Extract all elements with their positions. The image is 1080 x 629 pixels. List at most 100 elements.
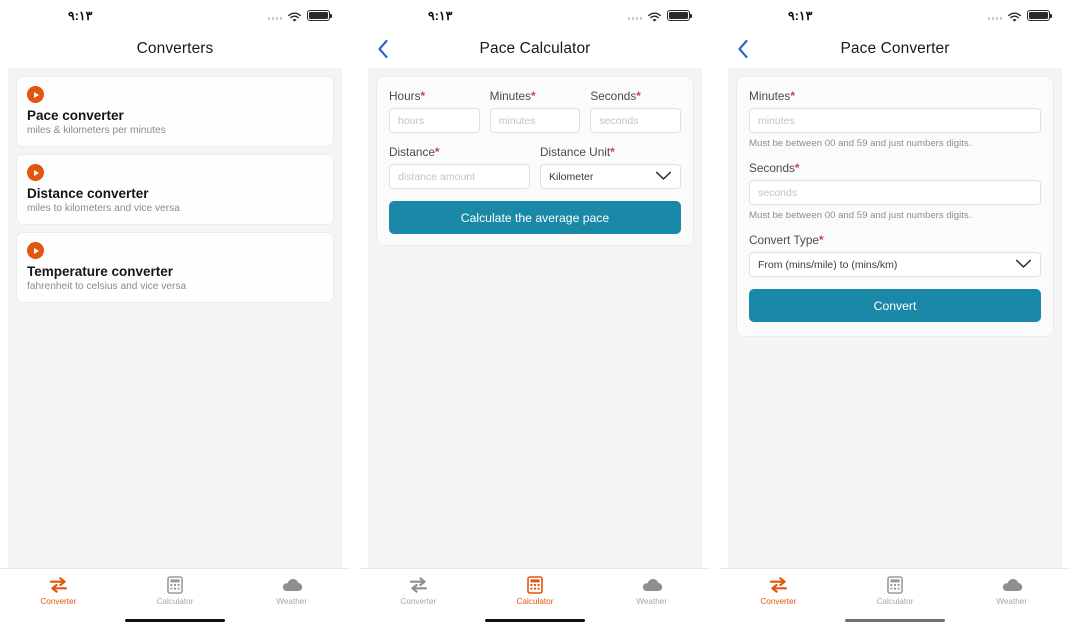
seconds-field-group: Seconds* Must be between 00 and 59 and j… bbox=[749, 161, 1041, 233]
play-circle-icon bbox=[27, 164, 44, 181]
minutes-input[interactable] bbox=[489, 108, 581, 133]
status-bar-indicators bbox=[627, 9, 692, 22]
list-item-title: Distance converter bbox=[27, 186, 149, 201]
calculate-average-pace-button[interactable]: Calculate the average pace bbox=[389, 201, 681, 234]
play-circle-icon bbox=[27, 86, 44, 103]
status-bar: ٩:١٣ bbox=[0, 0, 350, 30]
back-button[interactable] bbox=[730, 36, 756, 62]
tab-calculator[interactable]: Calculator bbox=[837, 575, 954, 606]
status-bar: ٩:١٣ bbox=[360, 0, 710, 30]
convert-button[interactable]: Convert bbox=[749, 289, 1041, 322]
play-circle-icon bbox=[27, 242, 44, 259]
tab-label: Weather bbox=[996, 597, 1028, 606]
tab-label: Converter bbox=[760, 597, 797, 606]
minutes-label: Minutes* bbox=[489, 89, 536, 103]
page-title: Pace Converter bbox=[840, 40, 950, 57]
list-item-subtitle: fahrenheit to celsius and vice versa bbox=[27, 281, 187, 292]
tab-converter[interactable]: Converter bbox=[0, 575, 117, 606]
minutes-helper-text: Must be between 00 and 59 and just numbe… bbox=[749, 138, 972, 149]
distance-fields-row: Distance* Distance Unit* Kilometer bbox=[389, 145, 681, 189]
seconds-input[interactable] bbox=[590, 108, 682, 133]
wifi-icon bbox=[1007, 10, 1022, 22]
chevron-down-icon bbox=[1015, 256, 1032, 274]
home-indicator[interactable] bbox=[485, 618, 585, 623]
seconds-field-group: Seconds* bbox=[590, 89, 682, 133]
pace-calculator-content: Hours* Minutes* Seconds* Distance* bbox=[368, 68, 702, 568]
pace-converter-content: Minutes* Must be between 00 and 59 and j… bbox=[728, 68, 1062, 568]
navigation-bar: Pace Calculator bbox=[360, 30, 710, 68]
seconds-helper-text: Must be between 00 and 59 and just numbe… bbox=[749, 210, 972, 221]
list-item-title: Temperature converter bbox=[27, 264, 174, 279]
hours-input[interactable] bbox=[389, 108, 480, 133]
bottom-tab-bar: Converter Calculator Weather bbox=[720, 568, 1070, 612]
convert-type-select[interactable]: From (mins/mile) to (mins/km) bbox=[749, 252, 1041, 277]
tab-label: Weather bbox=[276, 597, 308, 606]
tab-converter[interactable]: Converter bbox=[360, 575, 477, 606]
calculator-icon bbox=[887, 575, 903, 594]
tab-label: Calculator bbox=[516, 597, 554, 606]
home-indicator[interactable] bbox=[845, 618, 945, 623]
list-item-subtitle: miles & kilometers per minutes bbox=[27, 125, 166, 136]
status-bar-indicators bbox=[987, 9, 1052, 22]
screenshot-root: ٩:١٣ Converters Pace converter miles & k… bbox=[0, 0, 1080, 629]
cloud-icon bbox=[1001, 575, 1023, 594]
status-bar-indicators bbox=[267, 9, 332, 22]
tab-weather[interactable]: Weather bbox=[233, 575, 350, 606]
status-bar: ٩:١٣ bbox=[720, 0, 1070, 30]
list-item-subtitle: miles to kilometers and vice versa bbox=[27, 203, 180, 214]
hours-field-group: Hours* bbox=[389, 89, 480, 133]
distance-label: Distance* bbox=[389, 145, 440, 159]
converters-content: Pace converter miles & kilometers per mi… bbox=[8, 68, 342, 568]
hours-label: Hours* bbox=[389, 89, 426, 103]
distance-unit-select[interactable]: Kilometer bbox=[540, 164, 681, 189]
status-bar-time: ٩:١٣ bbox=[428, 8, 453, 23]
tab-calculator[interactable]: Calculator bbox=[477, 575, 594, 606]
tab-label: Calculator bbox=[156, 597, 194, 606]
navigation-bar: Pace Converter bbox=[720, 30, 1070, 68]
page-title: Pace Calculator bbox=[479, 40, 591, 57]
status-bar-time: ٩:١٣ bbox=[68, 8, 93, 23]
pace-calculator-form: Hours* Minutes* Seconds* Distance* bbox=[376, 76, 694, 246]
minutes-label: Minutes* bbox=[749, 89, 795, 103]
distance-input[interactable] bbox=[389, 164, 530, 189]
distance-field-group: Distance* bbox=[389, 145, 530, 189]
distance-unit-label: Distance Unit* bbox=[540, 145, 615, 159]
tab-weather[interactable]: Weather bbox=[593, 575, 710, 606]
list-item-distance-converter[interactable]: Distance converter miles to kilometers a… bbox=[16, 154, 334, 225]
screen-converters: ٩:١٣ Converters Pace converter miles & k… bbox=[0, 0, 350, 629]
chevron-down-icon bbox=[655, 168, 672, 186]
minutes-field-group: Minutes* bbox=[489, 89, 581, 133]
back-button[interactable] bbox=[370, 36, 396, 62]
exchange-arrows-icon bbox=[409, 575, 428, 594]
home-indicator-area bbox=[720, 612, 1070, 629]
chevron-left-icon bbox=[378, 39, 388, 59]
calculator-icon bbox=[527, 575, 543, 594]
cloud-icon bbox=[641, 575, 663, 594]
status-bar-time: ٩:١٣ bbox=[788, 8, 813, 23]
page-title: Converters bbox=[136, 40, 214, 57]
home-indicator[interactable] bbox=[125, 618, 225, 623]
tab-label: Converter bbox=[40, 597, 77, 606]
list-item-temperature-converter[interactable]: Temperature converter fahrenheit to cels… bbox=[16, 232, 334, 303]
tab-label: Calculator bbox=[876, 597, 914, 606]
seconds-label: Seconds* bbox=[590, 89, 641, 103]
cloud-icon bbox=[281, 575, 303, 594]
minutes-input[interactable] bbox=[749, 108, 1041, 133]
tab-converter[interactable]: Converter bbox=[720, 575, 837, 606]
wifi-icon bbox=[287, 10, 302, 22]
home-indicator-area bbox=[0, 612, 350, 629]
signal-bars-icon bbox=[987, 11, 1002, 20]
tab-weather[interactable]: Weather bbox=[953, 575, 1070, 606]
seconds-input[interactable] bbox=[749, 180, 1041, 205]
battery-full-icon bbox=[1027, 9, 1052, 21]
list-item-pace-converter[interactable]: Pace converter miles & kilometers per mi… bbox=[16, 76, 334, 147]
tab-calculator[interactable]: Calculator bbox=[117, 575, 234, 606]
screen-pace-calculator: ٩:١٣ Pace Calculator Hours* hours Minute… bbox=[360, 0, 710, 629]
seconds-label: Seconds* bbox=[749, 161, 800, 175]
navigation-bar: Converters bbox=[0, 30, 350, 68]
wifi-icon bbox=[647, 10, 662, 22]
calculator-icon bbox=[167, 575, 183, 594]
screen-pace-converter: ٩:١٣ Pace Converter Minutes* Must be bet bbox=[720, 0, 1070, 629]
tab-label: Weather bbox=[636, 597, 668, 606]
battery-full-icon bbox=[307, 9, 332, 21]
